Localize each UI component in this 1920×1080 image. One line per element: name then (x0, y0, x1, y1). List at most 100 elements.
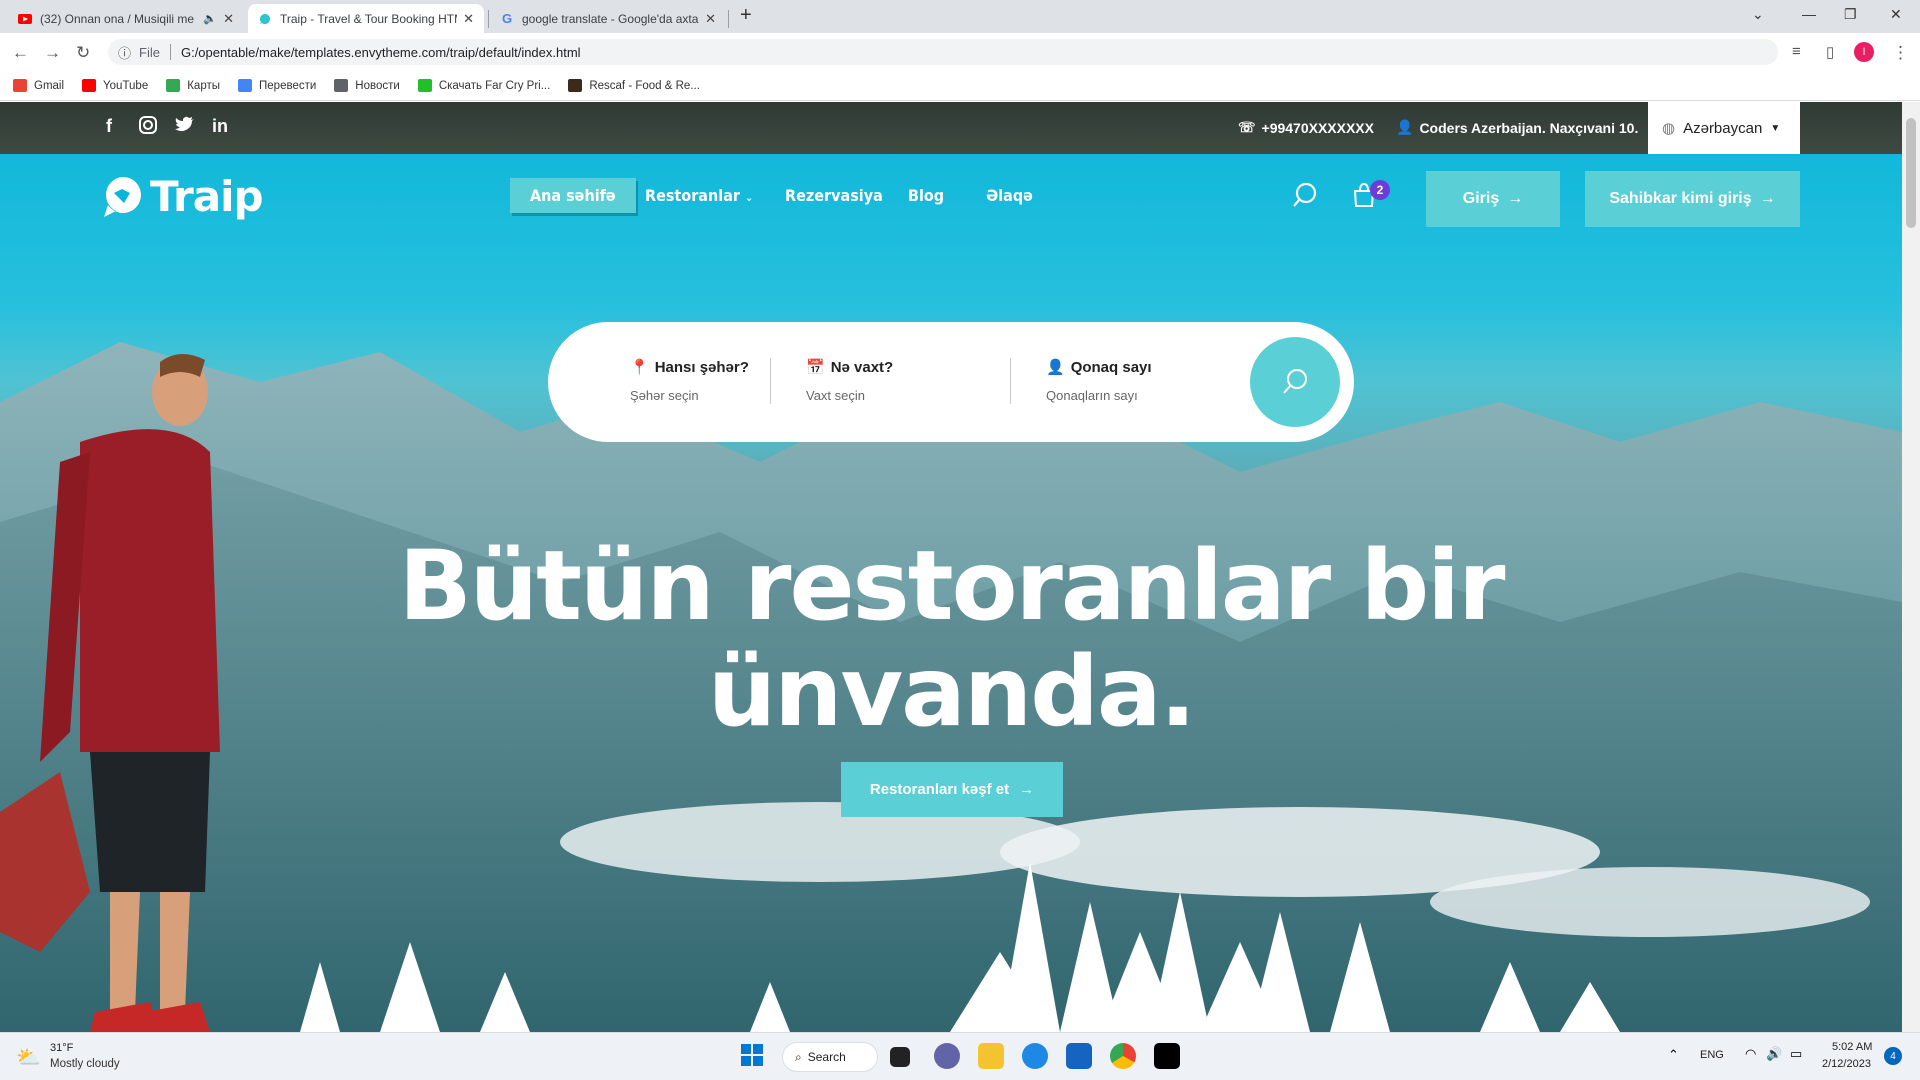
sidepanel-icon[interactable]: ▯ (1826, 43, 1834, 61)
tray-chevron-icon[interactable]: ⌃ (1668, 1047, 1679, 1063)
clock-date[interactable]: 2/12/2023 (1822, 1058, 1871, 1070)
search-submit-button[interactable] (1250, 337, 1340, 427)
input-language[interactable]: ENG (1700, 1049, 1724, 1061)
notification-badge[interactable]: 4 (1884, 1047, 1902, 1065)
address-text: Coders Azerbaijan. Naxçıvani 10. (1419, 119, 1639, 136)
website-viewport: f in ☏ +99470XXXXXXX 👤 Coders Azerbaijan… (0, 102, 1902, 1032)
globe-icon: ◍ (1662, 120, 1676, 137)
forward-icon[interactable]: → (44, 43, 61, 63)
wifi-icon[interactable]: ◠ (1745, 1046, 1756, 1062)
owner-login-button[interactable]: Sahibkar kimi giriş → (1585, 171, 1800, 227)
city-title: Hansı şəhər? (654, 358, 749, 376)
nav-restaurants-label: Restoranlar (645, 186, 740, 205)
store-icon[interactable] (1066, 1043, 1092, 1069)
info-icon[interactable]: ⓘ (118, 43, 131, 62)
cta-label: Restoranları kəşf et (869, 781, 1010, 798)
guests-field[interactable]: 👤 Qonaq sayı Qonaqların sayı (1046, 358, 1152, 404)
speaker-icon[interactable]: 🔈 (203, 12, 217, 25)
owner-login-label: Sahibkar kimi giriş (1609, 190, 1752, 207)
battery-icon[interactable]: ▭ (1790, 1046, 1802, 1062)
pycharm-icon[interactable] (1154, 1043, 1180, 1069)
reload-icon[interactable]: ↻ (76, 43, 90, 63)
bookmark-item[interactable]: Rescaf - Food & Re... (568, 79, 700, 92)
media-icon[interactable]: ≡ (1792, 43, 1801, 60)
phone-contact[interactable]: ☏ +99470XXXXXXX (1238, 119, 1374, 136)
minimize-button[interactable]: — (1802, 6, 1816, 22)
browser-tab-strip: (32) Onnan ona / Musiqili me 🔈 ✕ Traip -… (0, 0, 1920, 33)
guests-title: Qonaq sayı (1070, 358, 1152, 376)
user-location-icon: 👤 (1396, 119, 1414, 135)
site-logo[interactable]: Traip (102, 172, 264, 221)
bookmark-item[interactable]: Gmail (13, 79, 64, 92)
menu-dots-icon[interactable]: ⋮ (1892, 43, 1909, 63)
teams-icon[interactable] (934, 1043, 960, 1069)
language-selector[interactable]: ◍ Azərbaycan ▼ (1648, 102, 1800, 154)
city-placeholder: Şəhər seçin (630, 388, 699, 403)
bookmarks-bar: Gmail YouTube Карты Перевести Новости Скачать… (0, 71, 1920, 101)
field-divider (770, 358, 771, 404)
linkedin-icon[interactable]: in (212, 116, 228, 137)
file-explorer-icon[interactable] (978, 1043, 1004, 1069)
time-title: Nə vaxt? (830, 358, 894, 376)
instagram-icon[interactable] (139, 116, 157, 139)
nav-home[interactable]: Ana səhifə (510, 178, 636, 213)
page-scrollbar[interactable] (1902, 102, 1920, 1032)
close-icon[interactable]: ✕ (463, 11, 474, 27)
facebook-icon[interactable]: f (106, 116, 112, 137)
bookmark-item[interactable]: Новости (334, 79, 400, 92)
windows-start-icon[interactable] (740, 1043, 766, 1069)
nav-reservation[interactable]: Rezervasiya (785, 186, 883, 205)
tab-traip[interactable]: Traip - Travel & Tour Booking HTML ✕ (248, 4, 484, 33)
bookmark-icon (568, 79, 583, 92)
profile-avatar[interactable]: I (1854, 42, 1874, 62)
close-icon[interactable]: ✕ (223, 11, 234, 27)
bookmark-icon (166, 79, 181, 92)
close-icon[interactable]: ✕ (705, 11, 716, 27)
url-text[interactable]: G:/opentable/make/templates.envytheme.co… (181, 45, 581, 60)
city-field[interactable]: 📍 Hansı şəhər? Şəhər seçin (630, 358, 749, 404)
explore-restaurants-button[interactable]: Restoranları kəşf et → (841, 762, 1063, 817)
login-label: Giriş (1462, 190, 1500, 207)
restore-button[interactable]: ❐ (1844, 6, 1857, 23)
back-icon[interactable]: ← (12, 43, 29, 63)
traip-icon (258, 12, 272, 26)
search-icon[interactable] (1292, 182, 1318, 213)
edge-icon[interactable] (1022, 1043, 1048, 1069)
bookmark-item[interactable]: YouTube (82, 79, 148, 92)
calendar-icon: 📅 (806, 359, 825, 376)
scrollbar-thumb[interactable] (1906, 118, 1916, 228)
clock-time[interactable]: 5:02 AM (1832, 1041, 1872, 1053)
volume-icon[interactable]: 🔊 (1766, 1046, 1782, 1062)
tab-google[interactable]: G google translate - Google'da axtar ✕ (490, 4, 726, 33)
task-view-icon[interactable] (890, 1047, 910, 1067)
tab-youtube[interactable]: (32) Onnan ona / Musiqili me 🔈 ✕ (8, 4, 244, 33)
nav-contact[interactable]: Əlaqə (986, 186, 1033, 205)
time-field[interactable]: 📅 Nə vaxt? Vaxt seçin (806, 358, 894, 404)
bookmark-label: YouTube (103, 79, 149, 92)
nav-blog[interactable]: Blog (908, 186, 944, 205)
tab-search-icon[interactable]: ⌄ (1752, 6, 1764, 23)
omnibox[interactable]: ⓘ File G:/opentable/make/templates.envyt… (108, 39, 1778, 65)
hero-headline-line2: ünvanda. (707, 636, 1196, 748)
user-icon: 👤 (1046, 359, 1065, 376)
close-window-button[interactable]: ✕ (1890, 6, 1902, 23)
bookmark-item[interactable]: Карты (166, 79, 220, 92)
nav-restaurants[interactable]: Restoranlar ⌄ (645, 186, 753, 205)
chrome-icon[interactable] (1110, 1043, 1136, 1069)
tab-separator (728, 10, 729, 28)
twitter-icon[interactable] (175, 116, 195, 139)
new-tab-button[interactable]: + (740, 4, 752, 27)
weather-desc: Mostly cloudy (50, 1058, 120, 1070)
tab-title: (32) Onnan ona / Musiqili me (40, 11, 195, 26)
windows-taskbar: ⛅ 31°F Mostly cloudy ⌕ Search ⌃ ENG ◠ 🔊 … (0, 1032, 1920, 1080)
bookmark-item[interactable]: Скачать Far Cry Pri... (417, 79, 550, 92)
field-divider (1010, 358, 1011, 404)
location-pin-icon: 📍 (630, 359, 649, 376)
arrow-right-icon: → (1019, 781, 1035, 798)
weather-icon[interactable]: ⛅ (16, 1045, 41, 1070)
taskbar-search[interactable]: ⌕ Search (782, 1042, 878, 1072)
bookmark-label: Gmail (34, 79, 65, 92)
login-button[interactable]: Giriş → (1426, 171, 1560, 227)
bookmark-item[interactable]: Перевести (238, 79, 316, 92)
phone-icon: ☏ (1238, 119, 1256, 135)
